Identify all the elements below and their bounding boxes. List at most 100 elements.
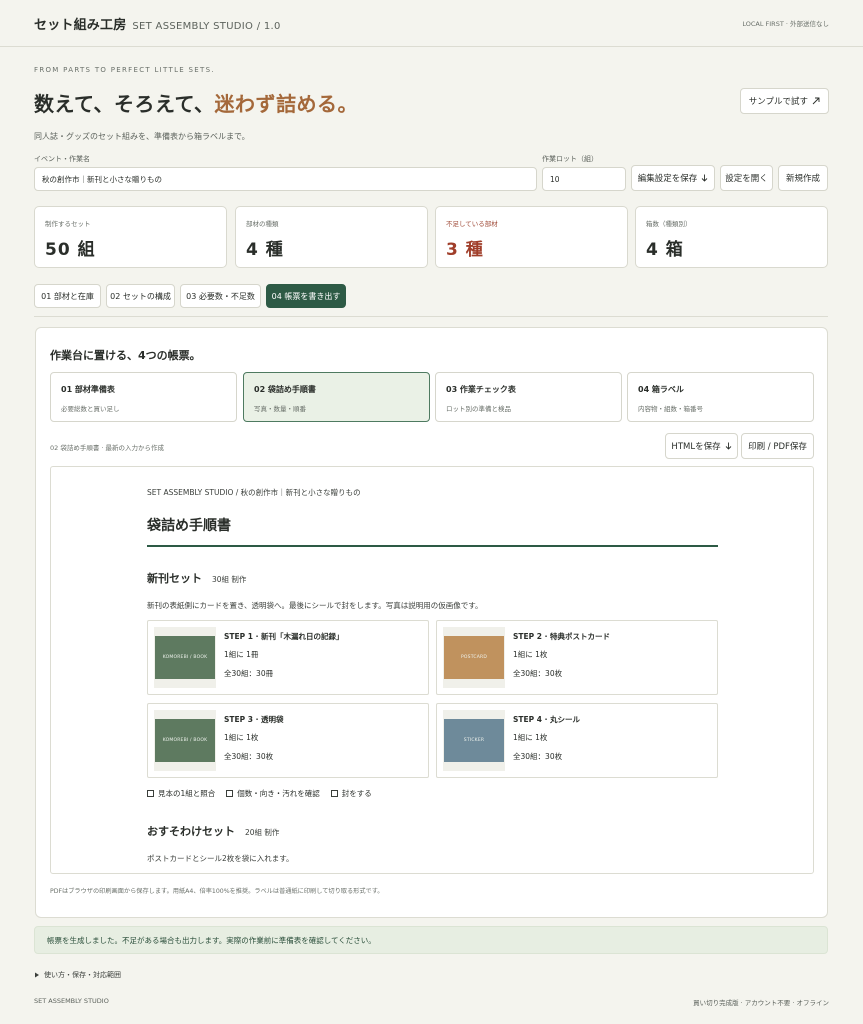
footer-note: 買い切り完成版 · アカウント不要 · オフライン <box>693 999 829 1007</box>
doc-desc: 必要総数と買い足し <box>61 405 120 413</box>
help-details-label: 使い方・保存・対応範囲 <box>44 971 121 979</box>
doc-card-checklist[interactable]: 03 作業チェック表 ロット別の準備と検品 <box>435 372 622 422</box>
stat-value: 4 種 <box>246 240 284 260</box>
arrow-down-icon <box>701 174 708 182</box>
hero: FROM PARTS TO PERFECT LITTLE SETS. 数えて、そ… <box>34 66 829 142</box>
step-per-set: 1組に 1枚 <box>513 650 548 659</box>
check-label: 見本の1組と照合 <box>158 789 216 798</box>
stat-value: 50 組 <box>45 240 96 260</box>
step-per-set: 1組に 1枚 <box>513 733 548 742</box>
section-desc: ポストカードとシール2枚を袋に入れます。 <box>147 854 294 863</box>
new-create-button[interactable]: 新規作成 <box>778 165 828 191</box>
step-card: KOMOREBI / BOOK STEP 1 · 新刊「木漏れ日の記録」 1組に… <box>147 620 429 695</box>
step-title: STEP 2 · 特典ポストカード <box>513 632 611 641</box>
brand-name: セット組み工房 <box>34 17 127 33</box>
step-title: STEP 1 · 新刊「木漏れ日の記録」 <box>224 632 344 641</box>
doc-title: 02 袋詰め手順書 <box>254 385 316 394</box>
event-name-input[interactable]: 秋の創作市｜新刊と小さな贈りもの <box>34 167 537 191</box>
stat-part-types: 部材の種類 4 種 <box>235 206 428 268</box>
check-label: 個数・向き・汚れを確認 <box>237 789 320 798</box>
checkbox-icon <box>330 790 338 797</box>
hero-eyebrow: FROM PARTS TO PERFECT LITTLE SETS. <box>34 66 215 74</box>
checkbox-icon <box>147 790 154 797</box>
doc-card-packing-steps[interactable]: 02 袋詰め手順書 写真・数量・順番 <box>243 372 430 422</box>
footer-brand: SET ASSEMBLY STUDIO <box>34 997 109 1005</box>
open-settings-label: 設定を開く <box>725 174 768 184</box>
step-total: 全30組：30冊 <box>224 669 274 678</box>
print-footnote: PDFはブラウザの印刷画面から保存します。用紙A4、倍率100%を推奨。ラベルは… <box>50 888 384 895</box>
tab-parts-inventory[interactable]: 01 部材と在庫 <box>34 284 101 308</box>
step-total: 全30組：30枚 <box>224 752 274 761</box>
brand-version: SET ASSEMBLY STUDIO / 1.0 <box>132 20 281 32</box>
doc-card-parts-prep[interactable]: 01 部材準備表 必要総数と買い足し <box>50 372 237 422</box>
hero-headline: 数えて、そろえて、迷わず詰める。 <box>34 88 829 117</box>
step-per-set: 1組に 1冊 <box>224 650 259 659</box>
check-list: 見本の1組と照合 個数・向き・汚れを確認 封をする <box>147 788 372 799</box>
step-total: 全30組：30枚 <box>513 752 563 761</box>
step-per-set: 1組に 1枚 <box>224 733 259 742</box>
sample-button-label: サンプルで試す <box>748 97 808 107</box>
doc-title: 01 部材準備表 <box>61 385 115 394</box>
doc-card-box-label[interactable]: 04 箱ラベル 内容物・組数・箱番号 <box>627 372 814 422</box>
headline-accent: 迷わず詰める。 <box>214 92 358 116</box>
section-count: 20組 制作 <box>245 828 280 837</box>
stat-sets: 制作するセット 50 組 <box>34 206 227 268</box>
print-pdf-button[interactable]: 印刷 / PDF保存 <box>741 433 814 459</box>
open-settings-button[interactable]: 設定を開く <box>720 165 773 191</box>
stat-label: 制作するセット <box>45 220 91 228</box>
stat-label: 箱数（種類別） <box>646 220 692 228</box>
help-details-toggle[interactable]: 使い方・保存・対応範囲 <box>34 970 121 980</box>
thumb-image: POSTCARD <box>444 636 504 679</box>
step-photo: KOMOREBI / BOOK <box>154 627 216 688</box>
preview-header: SET ASSEMBLY STUDIO / 秋の創作市｜新刊と小さな贈りもの <box>147 488 361 497</box>
step-title: STEP 3 · 透明袋 <box>224 715 284 724</box>
tab-export-documents[interactable]: 04 帳票を書き出す <box>266 284 346 308</box>
doc-desc: 写真・数量・順番 <box>254 405 306 413</box>
doc-title: 04 箱ラベル <box>638 385 684 394</box>
lot-input[interactable]: 10 <box>542 167 626 191</box>
hero-subtitle: 同人誌・グッズのセット組みを、準備表から箱ラベルまで。 <box>34 132 250 141</box>
new-create-label: 新規作成 <box>785 174 820 184</box>
step-card: STICKER STEP 4 · 丸シール 1組に 1枚 全30組：30枚 <box>436 703 718 778</box>
check-item: 封をする <box>330 788 372 799</box>
thumb-image: KOMOREBI / BOOK <box>155 719 215 762</box>
preview-title: 袋詰め手順書 <box>147 518 231 534</box>
save-html-label: HTMLを保存 <box>671 442 721 452</box>
step-photo: STICKER <box>443 710 505 771</box>
stat-value: 3 種 <box>446 240 484 260</box>
section-title-new-book: 新刊セット 30組 制作 <box>147 570 246 586</box>
caret-right-icon <box>35 972 39 978</box>
divider <box>34 316 828 317</box>
check-item: 見本の1組と照合 <box>147 788 215 799</box>
check-label: 封をする <box>341 789 372 798</box>
section-title-gift-set: おすそわけセット 20組 制作 <box>147 823 279 839</box>
doc-desc: 内容物・組数・箱番号 <box>638 405 703 413</box>
save-settings-label: 編集設定を保存 <box>637 174 698 184</box>
lot-label: 作業ロット（組） <box>542 155 598 163</box>
section-name: 新刊セット <box>147 572 202 585</box>
status-message: 帳票を生成しました。不足がある場合も出力します。実際の作業前に準備表を確認してく… <box>34 926 828 954</box>
tab-set-composition[interactable]: 02 セットの構成 <box>106 284 175 308</box>
stat-boxes: 箱数（種類別） 4 箱 <box>635 206 828 268</box>
preview-source-note: 02 袋詰め手順書 · 最新の入力から作成 <box>50 444 165 452</box>
step-photo: POSTCARD <box>443 627 505 688</box>
step-photo: KOMOREBI / BOOK <box>154 710 216 771</box>
doc-desc: ロット別の準備と検品 <box>446 405 511 413</box>
panel-title: 作業台に置ける、4つの帳票。 <box>50 349 201 362</box>
headline-main: 数えて、そろえて、 <box>34 92 215 116</box>
check-item: 個数・向き・汚れを確認 <box>226 788 320 799</box>
save-settings-button[interactable]: 編集設定を保存 <box>631 165 715 191</box>
brand: セット組み工房 SET ASSEMBLY STUDIO / 1.0 <box>34 14 281 33</box>
sample-button[interactable]: サンプルで試す <box>739 88 829 114</box>
checkbox-icon <box>226 790 234 797</box>
step-title: STEP 4 · 丸シール <box>513 715 581 724</box>
thumb-image: STICKER <box>444 719 504 762</box>
stat-shortage: 不足している部材 3 種 <box>435 206 628 268</box>
save-html-button[interactable]: HTMLを保存 <box>665 433 738 459</box>
step-card: POSTCARD STEP 2 · 特典ポストカード 1組に 1枚 全30組：3… <box>436 620 718 695</box>
tab-required-shortage[interactable]: 03 必要数・不足数 <box>180 284 261 308</box>
preview-title-rule <box>147 545 718 547</box>
stat-value: 4 箱 <box>646 240 684 260</box>
arrow-up-right-icon <box>812 97 820 105</box>
step-total: 全30組：30枚 <box>513 669 563 678</box>
